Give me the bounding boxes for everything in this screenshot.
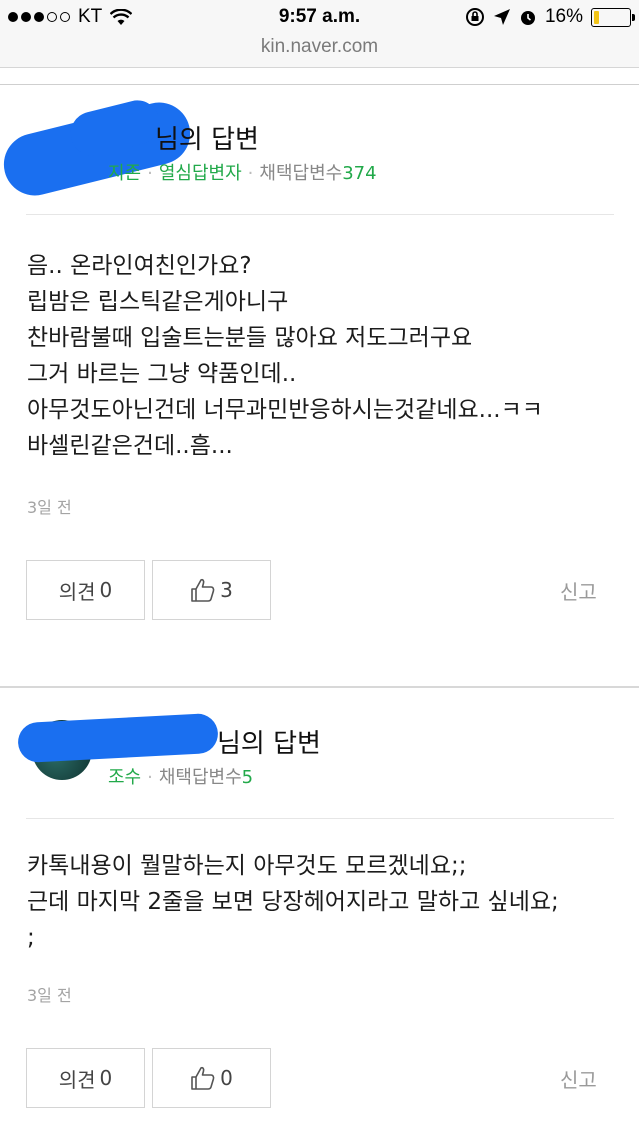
top-divider <box>0 84 639 85</box>
answer-body: 음.. 온라인여친인가요? 립밤은 립스틱같은게아니구 찬바람불때 입술트는분들… <box>27 253 543 459</box>
answerer-rank[interactable]: 지존 <box>108 163 141 184</box>
adopted-count: 5 <box>241 767 254 788</box>
battery-percent: 16% <box>544 6 583 27</box>
url-bar[interactable]: kin.naver.com <box>0 34 639 68</box>
answer-time: 3일 전 <box>27 498 72 517</box>
answerer-meta: 지존 · 열심답변자 · 채택답변수374 <box>108 163 377 184</box>
redacted-name <box>17 712 219 764</box>
answer-divider <box>0 686 639 688</box>
answer-body: 카톡내용이 뭘말하는지 아무것도 모르겠네요;; 근데 마지막 2줄을 보면 당… <box>27 853 559 951</box>
thumbs-up-icon <box>191 578 215 602</box>
like-count: 3 <box>220 578 233 602</box>
battery-icon <box>591 7 635 27</box>
report-link[interactable]: 신고 <box>560 1064 597 1093</box>
answerer-rank[interactable]: 조수 <box>108 767 141 788</box>
alarm-icon <box>520 11 535 25</box>
opinion-count: 0 <box>99 1066 113 1090</box>
like-count: 0 <box>220 1066 233 1090</box>
opinion-count: 0 <box>99 578 113 602</box>
adopted-count: 374 <box>342 163 377 184</box>
location-arrow-icon <box>493 9 510 25</box>
rotation-lock-icon <box>465 8 484 26</box>
status-icons: 16% <box>465 6 635 28</box>
url-text: kin.naver.com <box>260 36 379 57</box>
like-button[interactable]: 0 <box>152 1048 271 1108</box>
report-link[interactable]: 신고 <box>560 576 597 605</box>
opinion-label: 의견 <box>58 579 96 604</box>
header-divider <box>26 818 614 819</box>
answerer-meta: 조수 · 채택답변수5 <box>108 767 254 788</box>
adopted-label: 채택답변수 <box>158 767 242 788</box>
status-bar: KT 9:57 a.m. 16% <box>0 0 639 34</box>
opinion-label: 의견 <box>58 1067 96 1092</box>
like-button[interactable]: 3 <box>152 560 271 620</box>
answer-title: 님의 답변 <box>155 125 259 155</box>
adopted-label: 채택답변수 <box>259 163 343 184</box>
answerer-badge[interactable]: 열심답변자 <box>159 163 242 184</box>
opinion-button[interactable]: 의견 0 <box>26 1048 145 1108</box>
thumbs-up-icon <box>191 1066 215 1090</box>
opinion-button[interactable]: 의견 0 <box>26 560 145 620</box>
answer-title: 님의 답변 <box>217 729 321 759</box>
header-divider <box>26 214 614 215</box>
answer-time: 3일 전 <box>27 986 72 1005</box>
